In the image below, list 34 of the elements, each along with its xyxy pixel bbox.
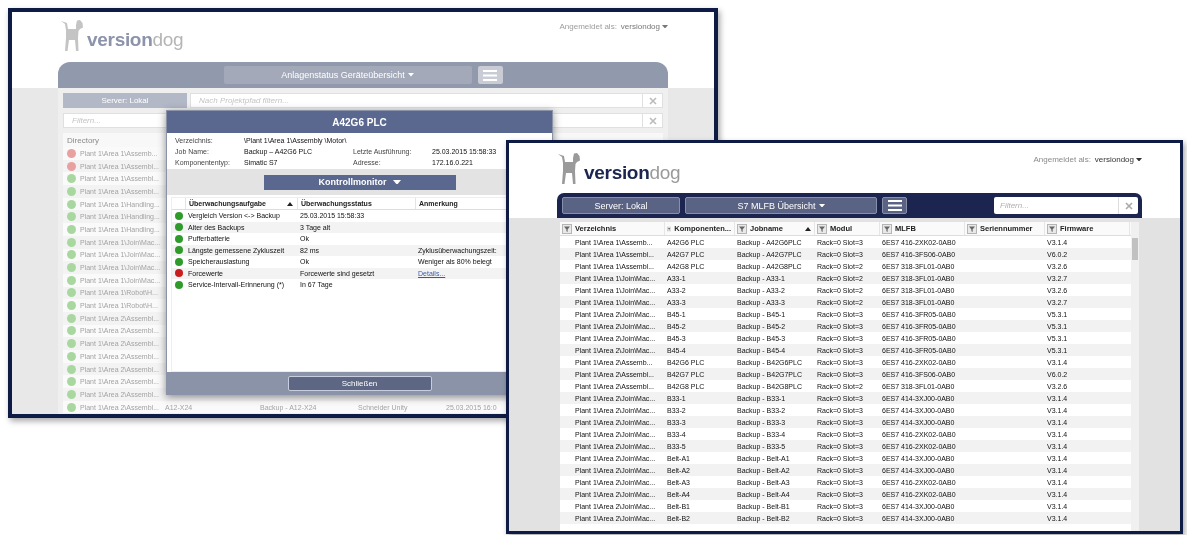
caret-icon — [818, 203, 825, 208]
filter-icon[interactable] — [882, 223, 892, 234]
caret-icon — [407, 73, 414, 77]
user-menu[interactable]: versiondog — [1094, 155, 1142, 164]
logo-wordmark: versiondog — [87, 30, 184, 49]
close-icon — [648, 96, 657, 105]
view-dropdown[interactable]: S7 MLFB Übersicht — [685, 197, 877, 214]
column-header[interactable]: Directory — [63, 135, 165, 145]
menu-icon — [887, 200, 902, 211]
menu-icon — [483, 69, 497, 81]
filter-field[interactable]: Filtern... — [994, 197, 1118, 214]
caret-icon — [662, 24, 668, 29]
logo-wordmark: versiondog — [584, 163, 681, 182]
dog-logo-icon — [60, 18, 84, 52]
scrollbar[interactable] — [1131, 222, 1139, 531]
filter-icon[interactable] — [737, 223, 747, 234]
user-label: Angemeldet als: — [559, 22, 617, 31]
user-label: Angemeldet als: — [1033, 155, 1091, 164]
menu-button[interactable] — [882, 197, 907, 214]
server-button[interactable]: Server: Lokal — [562, 197, 680, 214]
close-icon — [1124, 201, 1133, 210]
filter-icon[interactable] — [1047, 223, 1057, 234]
monitor-dropdown[interactable]: Kontrollmonitor — [263, 174, 456, 190]
dialog-title: A42G6 PLC — [167, 111, 552, 133]
filter-icon[interactable] — [562, 223, 572, 234]
menu-button[interactable] — [477, 66, 503, 84]
dog-logo-icon — [557, 151, 581, 185]
caret-icon — [1136, 157, 1142, 162]
filter-icon[interactable] — [817, 223, 827, 234]
filter-icon[interactable] — [667, 223, 672, 234]
filter-icon[interactable] — [967, 223, 977, 234]
close-button[interactable]: Schließen — [287, 375, 432, 391]
close-icon — [648, 116, 657, 125]
user-menu[interactable]: versiondog — [620, 22, 668, 31]
